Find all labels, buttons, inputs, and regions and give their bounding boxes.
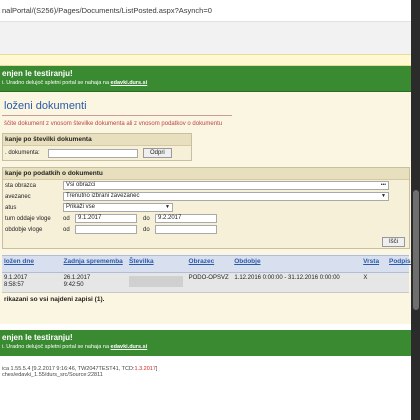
column-header-form[interactable]: Obrazec <box>187 256 233 272</box>
status-label: atus <box>5 204 17 211</box>
results-table: ložen dne Zadnja sprememba Številka Obra… <box>2 255 411 303</box>
test-banner-title: enjen le testiranju! <box>2 69 73 78</box>
date-from-label: od <box>63 215 70 222</box>
cell-number-redacted <box>129 276 184 287</box>
cell-posted: 9.1.2017 <box>4 275 28 281</box>
period-to-input[interactable] <box>155 225 217 234</box>
chevron-down-icon: ▼ <box>381 193 386 199</box>
document-number-label: . dokumenta: <box>5 150 40 156</box>
submission-date-label: tum oddaje vloge <box>5 215 51 222</box>
table-row[interactable]: 9.1.2017 8:58:57 26.1.2017 9:42:50 PODO-OP… <box>2 273 409 293</box>
cell-changed: 26.1.2017 <box>63 275 91 281</box>
document-number-input[interactable] <box>48 148 138 158</box>
source-path: ches/edavki_1.55/durs_src/Source:22811 <box>2 372 103 378</box>
notice-strip <box>0 54 411 66</box>
column-header-number[interactable]: Številka <box>127 256 187 272</box>
search-by-number-heading: kanje po številki dokumenta <box>3 134 191 146</box>
column-header-period[interactable]: Obdobje <box>232 256 361 272</box>
date-to-label: do <box>143 215 150 222</box>
record-count: rikazani so vsi najdeni zapisi (1). <box>4 296 105 303</box>
search-by-number-panel: kanje po številki dokumenta . dokumenta:… <box>2 133 192 161</box>
page-title: loženi dokumenti <box>4 100 87 112</box>
cell-period: 1.12.2016 0:00:00 - 31.12.2016 0:00:00 <box>234 275 340 281</box>
browser-page: nalPortal/(S256)/Pages/Documents/ListPos… <box>0 0 411 420</box>
main-content: loženi dokumenti ščite dokument z vnosom… <box>0 92 411 324</box>
taxpayer-select[interactable]: Trenutno izbrani zavezanec ▼ <box>63 192 389 201</box>
footer-banner-subtitle: i. Uradno delujoč spletni portal se naha… <box>2 344 148 350</box>
ellipsis-icon: ••• <box>380 182 386 188</box>
column-header-signed[interactable]: Podpisn <box>387 256 411 272</box>
test-banner: enjen le testiranju! i. Uradno delujoč s… <box>0 66 411 92</box>
open-button[interactable]: Odpri <box>143 148 172 158</box>
cell-posted-time: 8:58:57 <box>4 282 25 288</box>
column-header-changed[interactable]: Zadnja sprememba <box>62 256 127 272</box>
cell-type: X <box>363 275 368 281</box>
date-to-input[interactable]: 9.2.2017 <box>155 214 217 223</box>
cell-signed <box>387 273 409 292</box>
title-divider <box>2 115 232 116</box>
page-footer: ica 1.55.5.4 [9.2.2017 9:16:46, TW2047TE… <box>0 356 411 406</box>
period-from-label: od <box>63 226 70 233</box>
period-from-input[interactable] <box>75 225 137 234</box>
search-button[interactable]: Išči <box>382 236 405 247</box>
cell-changed-time: 9:42:50 <box>63 282 84 288</box>
test-banner-subtitle: i. Uradno delujoč spletni portal se naha… <box>2 80 148 86</box>
column-header-type[interactable]: Vrsta <box>361 256 387 272</box>
period-label: obdobje vloge <box>5 226 43 233</box>
search-by-data-heading: kanje po podatkih o dokumentu <box>3 168 409 180</box>
taxpayer-label: avezanec <box>5 193 31 200</box>
window-scrollbar[interactable] <box>411 0 420 420</box>
header-band <box>0 22 411 54</box>
column-header-posted[interactable]: ložen dne <box>2 256 62 272</box>
footer-portal-link[interactable]: edavki.durs.si <box>111 344 148 350</box>
date-from-input[interactable]: 9.1.2017 <box>75 214 137 223</box>
footer-banner-title: enjen le testiranju! <box>2 333 73 342</box>
scrollbar-thumb[interactable] <box>413 190 419 310</box>
form-type-select[interactable]: Vsi obrazci ••• <box>63 181 389 190</box>
period-to-label: do <box>143 226 150 233</box>
form-type-label: sta obrazca <box>5 182 37 189</box>
version-date: 1.3.2017 <box>134 366 156 372</box>
portal-link[interactable]: edavki.durs.si <box>111 80 148 86</box>
address-bar[interactable]: nalPortal/(S256)/Pages/Documents/ListPos… <box>0 0 411 22</box>
table-header: ložen dne Zadnja sprememba Številka Obra… <box>2 255 411 273</box>
page-description: ščite dokument z vnosom številke dokumen… <box>4 121 223 127</box>
cell-form: PODO-OPSVZ <box>188 275 229 281</box>
footer-test-banner: enjen le testiranju! i. Uradno delujoč s… <box>0 330 411 356</box>
chevron-down-icon: ▼ <box>165 204 170 210</box>
url-text: nalPortal/(S256)/Pages/Documents/ListPos… <box>2 6 212 15</box>
status-select[interactable]: Prikaži vse ▼ <box>63 203 173 212</box>
search-by-data-panel: kanje po podatkih o dokumentu sta obrazc… <box>2 167 410 249</box>
